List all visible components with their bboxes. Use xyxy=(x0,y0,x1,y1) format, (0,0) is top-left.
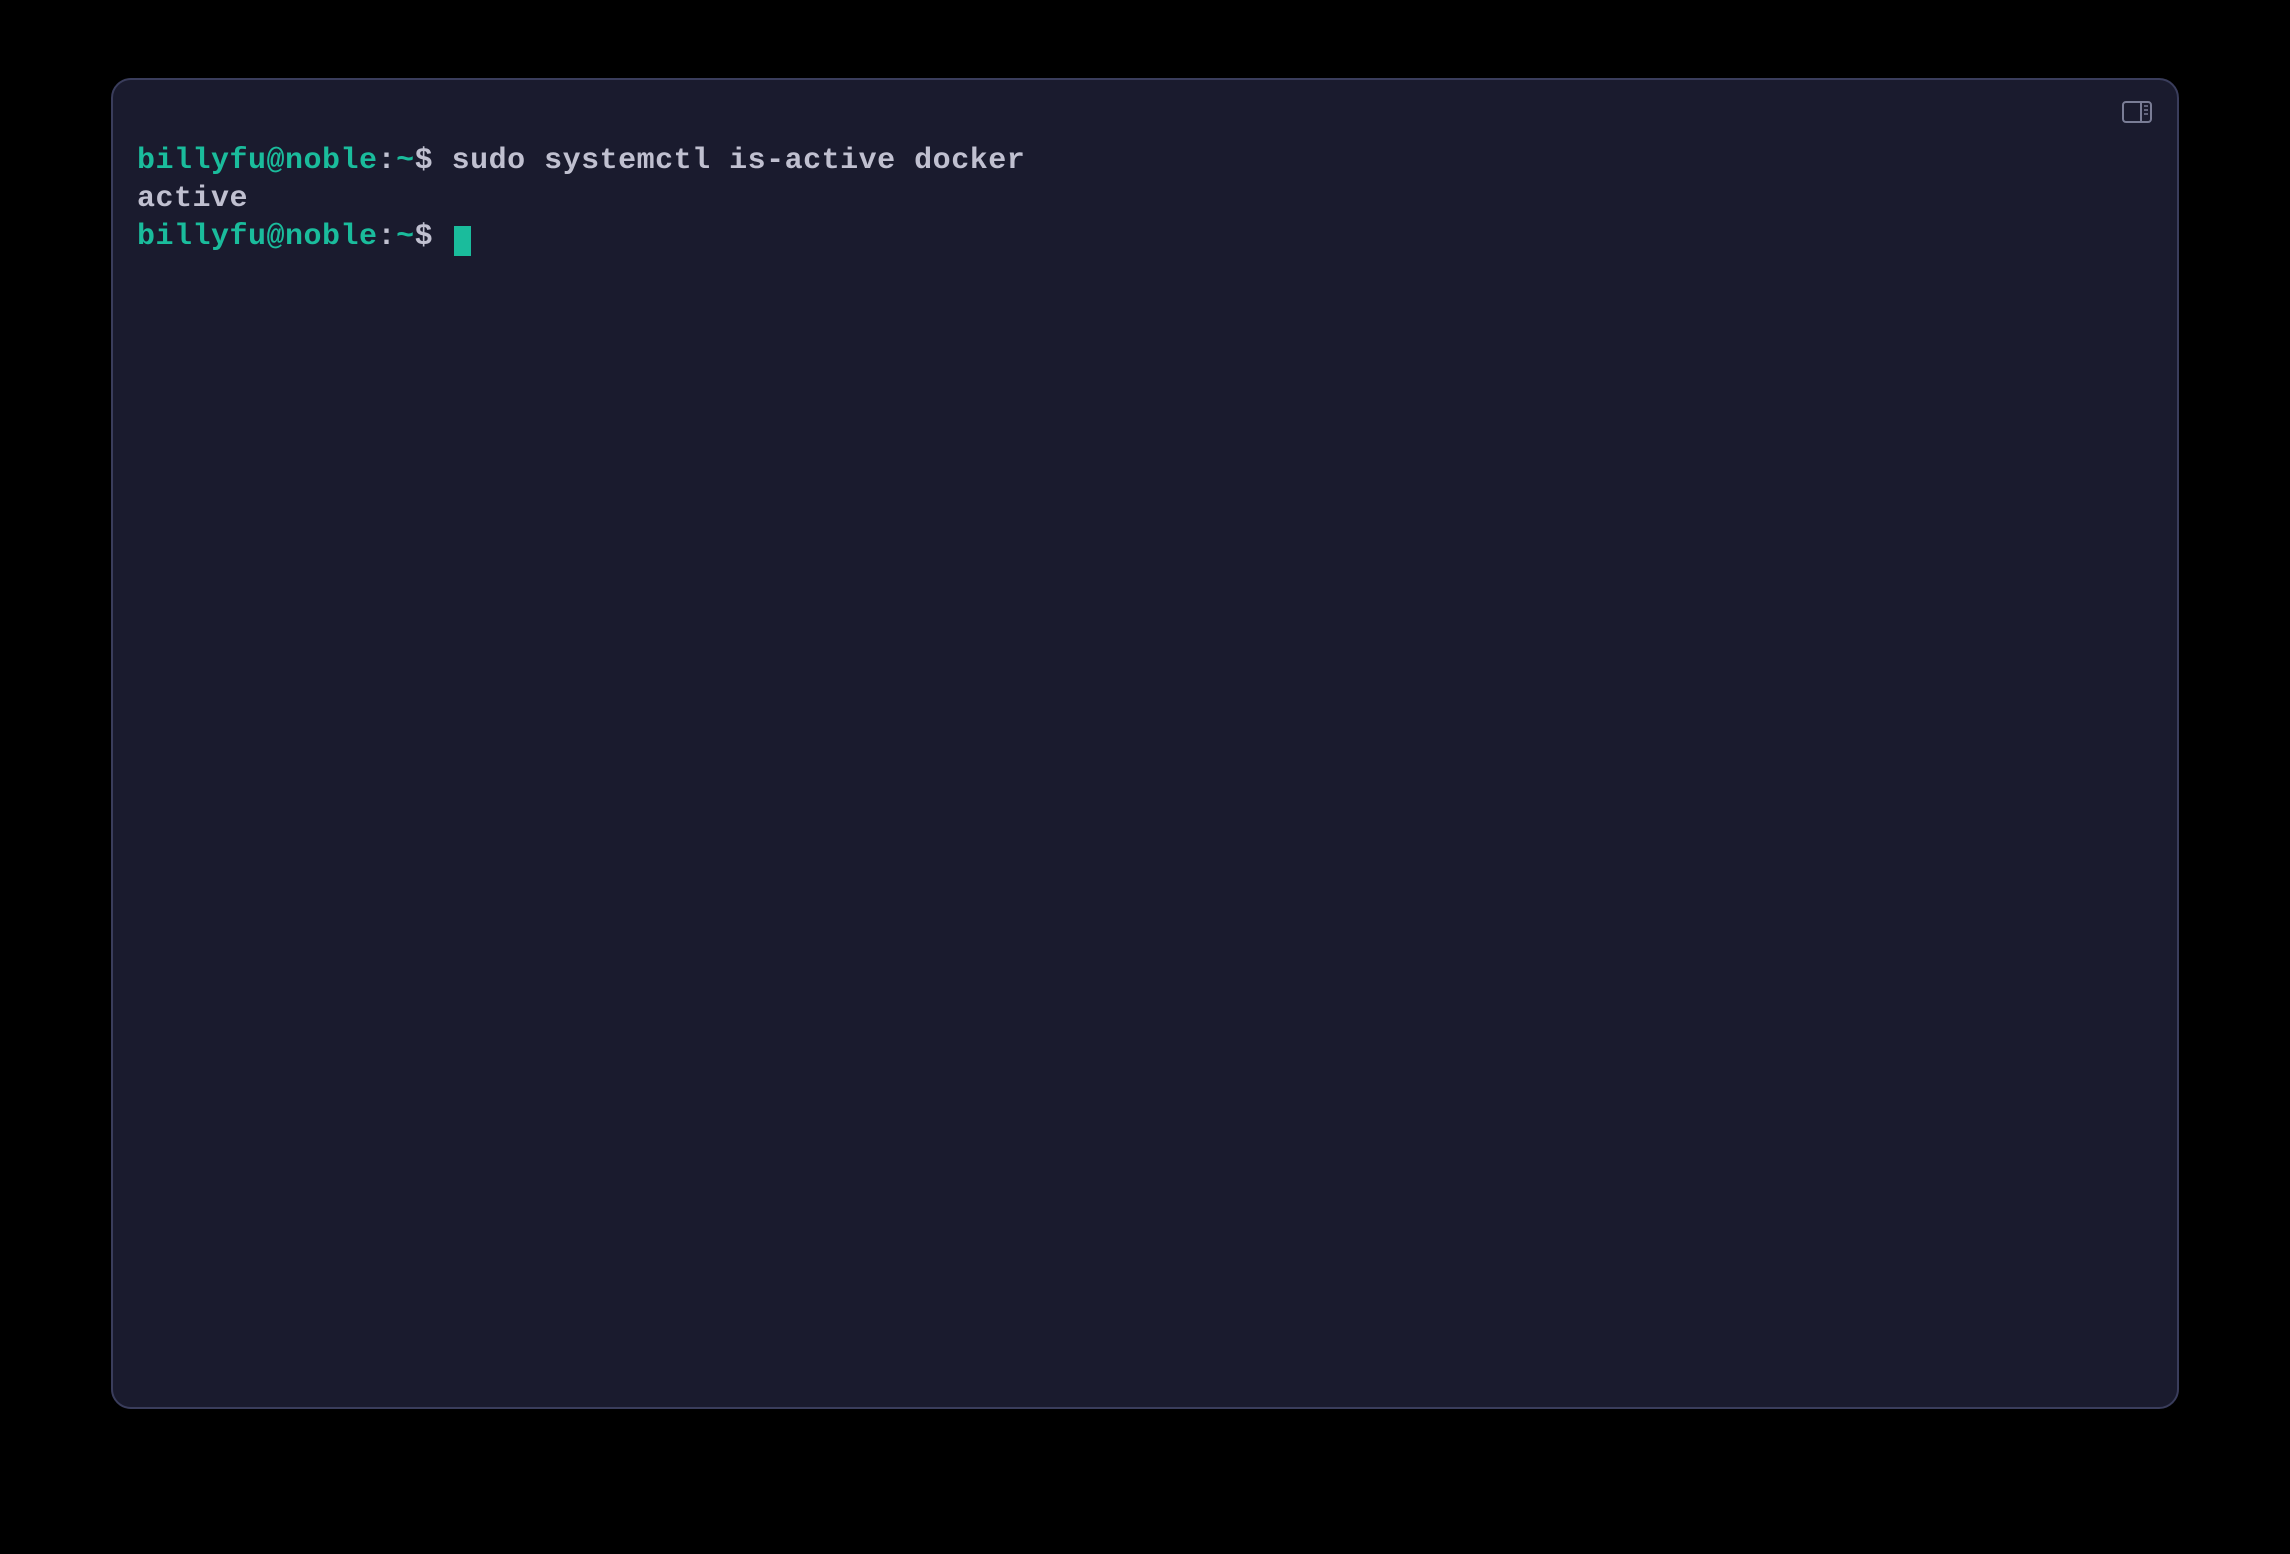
prompt-dollar: $ xyxy=(415,220,434,254)
prompt-user-host: billyfu@noble xyxy=(137,144,378,178)
prompt-colon: : xyxy=(378,144,397,178)
prompt-user-host: billyfu@noble xyxy=(137,220,378,254)
prompt-path: ~ xyxy=(396,220,415,254)
prompt-dollar: $ xyxy=(415,144,434,178)
cursor-block xyxy=(454,226,471,256)
terminal-current-prompt-line: billyfu@noble:~$ xyxy=(137,218,2153,256)
terminal-output-line: active xyxy=(137,180,2153,218)
terminal-window[interactable]: billyfu@noble:~$ sudo systemctl is-activ… xyxy=(111,78,2179,1409)
output-text: active xyxy=(137,182,248,216)
command-text xyxy=(433,144,452,178)
prompt-path: ~ xyxy=(396,144,415,178)
panel-toggle-icon[interactable] xyxy=(2119,98,2155,126)
window-controls xyxy=(2119,98,2155,126)
prompt-colon: : xyxy=(378,220,397,254)
terminal-content[interactable]: billyfu@noble:~$ sudo systemctl is-activ… xyxy=(113,80,2177,280)
terminal-line-command: billyfu@noble:~$ sudo systemctl is-activ… xyxy=(137,142,2153,180)
command-text: sudo systemctl is-active docker xyxy=(452,144,1026,178)
